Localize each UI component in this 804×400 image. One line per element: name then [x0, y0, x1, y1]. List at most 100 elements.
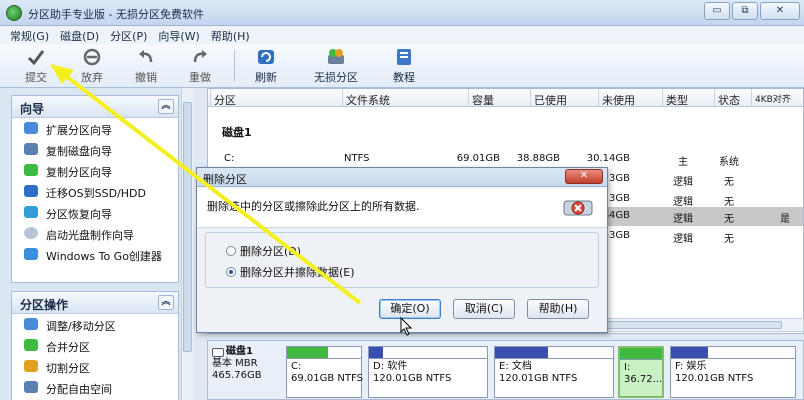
wizard-boot-disc[interactable]: 启动光盘制作向导	[12, 223, 178, 244]
delete-partition-dialog: 删除分区 ✕ 删除选中的分区或擦除此分区上的所有数据. 删除分区(D) 删除分区…	[196, 167, 608, 333]
undo-button[interactable]: 撤销	[118, 47, 174, 85]
scroll-thumb[interactable]	[183, 102, 192, 352]
extend-icon	[24, 122, 38, 134]
col-4k-align[interactable]: 4KB对齐	[751, 89, 791, 107]
disc-icon	[24, 227, 38, 239]
disk-group-title: 磁盘1	[222, 126, 252, 139]
wizard-partition-recovery[interactable]: 分区恢复向导	[12, 202, 178, 223]
col-filesystem[interactable]: 文件系统	[342, 89, 390, 108]
usage-fill	[620, 348, 662, 359]
left-pane: 向导 ︽ 扩展分区向导 复制磁盘向导 复制分区向导 迁移OS到SSD/HDD 分…	[0, 88, 193, 400]
migrate-icon	[24, 185, 38, 197]
allocate-icon	[24, 381, 38, 393]
dialog-message: 删除选中的分区或擦除此分区上的所有数据.	[207, 200, 420, 213]
menu-bar: 常规(G) 磁盘(D) 分区(P) 向导(W) 帮助(H)	[0, 26, 804, 44]
wizard-panel: 向导 ︽ 扩展分区向导 复制磁盘向导 复制分区向导 迁移OS到SSD/HDD 分…	[11, 95, 179, 283]
partition-block[interactable]: E: 文档 120.01GB NTFS	[494, 346, 614, 398]
col-free[interactable]: 未使用	[598, 89, 635, 108]
disk-size: 465.76GB	[212, 370, 262, 381]
window-title: 分区助手专业版 - 无损分区免费软件	[28, 8, 204, 21]
tutorial-icon	[397, 49, 411, 65]
usage-bar	[671, 347, 795, 359]
checkmark-icon	[27, 50, 45, 66]
usage-fill	[495, 347, 549, 358]
disk-name: 磁盘1	[212, 346, 286, 358]
toolbar: 提交 放弃 撤销 重做 刷新 无损分区 教程	[0, 44, 804, 88]
minimize-button[interactable]: ▭	[704, 2, 730, 20]
wizard-panel-header[interactable]: 向导 ︽	[12, 96, 178, 118]
usage-fill	[369, 347, 384, 358]
usage-bar	[369, 347, 487, 359]
partition-icon	[328, 49, 344, 64]
radio-checked-icon	[226, 267, 236, 277]
collapse-icon[interactable]: ︽	[158, 99, 174, 114]
split-icon	[24, 360, 38, 372]
partition-block-selected[interactable]: I: 36.72...	[618, 346, 664, 398]
op-merge[interactable]: 合并分区	[12, 335, 178, 356]
copy-partition-icon	[24, 164, 38, 176]
radio-delete-partition[interactable]: 删除分区(D)	[226, 243, 301, 259]
partition-block[interactable]: D: 软件 120.01GB NTFS	[368, 346, 488, 398]
commit-button[interactable]: 提交	[8, 47, 64, 85]
col-partition[interactable]: 分区	[210, 89, 236, 108]
copy-disk-icon	[24, 143, 38, 155]
wizard-migrate-os[interactable]: 迁移OS到SSD/HDD	[12, 181, 178, 202]
left-scrollbar[interactable]	[181, 88, 193, 400]
menu-partition[interactable]: 分区(P)	[108, 26, 156, 44]
ok-button[interactable]: 确定(O)	[379, 299, 441, 319]
usage-bar	[620, 348, 662, 360]
wizard-windows-to-go[interactable]: Windows To Go创建器	[12, 244, 178, 265]
redo-button[interactable]: 重做	[172, 47, 228, 85]
delete-options-group: 删除分区(D) 删除分区并擦除数据(E)	[205, 232, 599, 288]
toolbar-separator	[234, 50, 235, 82]
close-button[interactable]: ✕	[760, 2, 800, 20]
recovery-icon	[24, 206, 38, 218]
maximize-button[interactable]: ⧉	[732, 2, 758, 20]
merge-icon	[24, 339, 38, 351]
partition-block[interactable]: F: 娱乐 120.01GB NTFS	[670, 346, 796, 398]
usage-fill	[287, 347, 329, 358]
op-allocate-free[interactable]: 分配自由空间	[12, 377, 178, 398]
usage-bar	[287, 347, 361, 359]
partition-block[interactable]: C: 69.01GB NTFS	[286, 346, 363, 398]
refresh-button[interactable]: 刷新	[238, 47, 294, 85]
menu-disk[interactable]: 磁盘(D)	[58, 26, 108, 44]
radio-delete-and-wipe[interactable]: 删除分区并擦除数据(E)	[226, 264, 355, 280]
radio-unchecked-icon	[226, 246, 236, 256]
wizard-copy-partition[interactable]: 复制分区向导	[12, 160, 178, 181]
title-bar: 分区助手专业版 - 无损分区免费软件 ▭ ⧉ ✕	[0, 0, 804, 26]
dialog-title-bar: 删除分区 ✕	[197, 168, 607, 187]
menu-help[interactable]: 帮助(H)	[209, 26, 259, 44]
lossless-partition-button[interactable]: 无损分区	[304, 47, 368, 85]
tutorial-button[interactable]: 教程	[376, 47, 432, 85]
col-capacity[interactable]: 容量	[468, 89, 494, 108]
wizard-copy-disk[interactable]: 复制磁盘向导	[12, 139, 178, 160]
discard-icon	[83, 48, 101, 66]
menu-general[interactable]: 常规(G)	[8, 26, 58, 44]
partition-ops-panel: 分区操作 ︽ 调整/移动分区 合并分区 切割分区 分配自由空间	[11, 291, 179, 400]
usage-bar	[495, 347, 613, 359]
table-header: 分区 文件系统 容量 已使用 未使用 类型 状态 4KB对齐	[208, 89, 803, 108]
delete-disk-icon	[563, 200, 593, 216]
op-resize-move[interactable]: 调整/移动分区	[12, 314, 178, 335]
wizard-extend-partition[interactable]: 扩展分区向导	[12, 118, 178, 139]
partition-ops-header[interactable]: 分区操作 ︽	[12, 292, 178, 314]
menu-wizard[interactable]: 向导(W)	[156, 26, 208, 44]
cancel-button[interactable]: 取消(C)	[453, 299, 515, 319]
help-button[interactable]: 帮助(H)	[527, 299, 589, 319]
collapse-icon[interactable]: ︽	[158, 295, 174, 310]
window-controls: ▭ ⧉ ✕	[704, 2, 800, 20]
windows-icon	[24, 248, 38, 260]
col-type[interactable]: 类型	[662, 89, 688, 108]
op-split[interactable]: 切割分区	[12, 356, 178, 377]
col-used[interactable]: 已使用	[530, 89, 567, 108]
resize-icon	[24, 318, 38, 330]
col-status[interactable]: 状态	[714, 89, 740, 108]
dialog-close-button[interactable]: ✕	[565, 169, 603, 184]
disk-map: 磁盘1 基本 MBR 465.76GB C: 69.01GB NTFS D: 软件…	[207, 340, 804, 400]
app-icon	[6, 5, 22, 21]
dialog-message-area: 删除选中的分区或擦除此分区上的所有数据.	[197, 188, 607, 228]
discard-button[interactable]: 放弃	[64, 47, 120, 85]
undo-icon	[139, 50, 153, 63]
disk-label[interactable]: 磁盘1 基本 MBR 465.76GB	[212, 346, 286, 396]
